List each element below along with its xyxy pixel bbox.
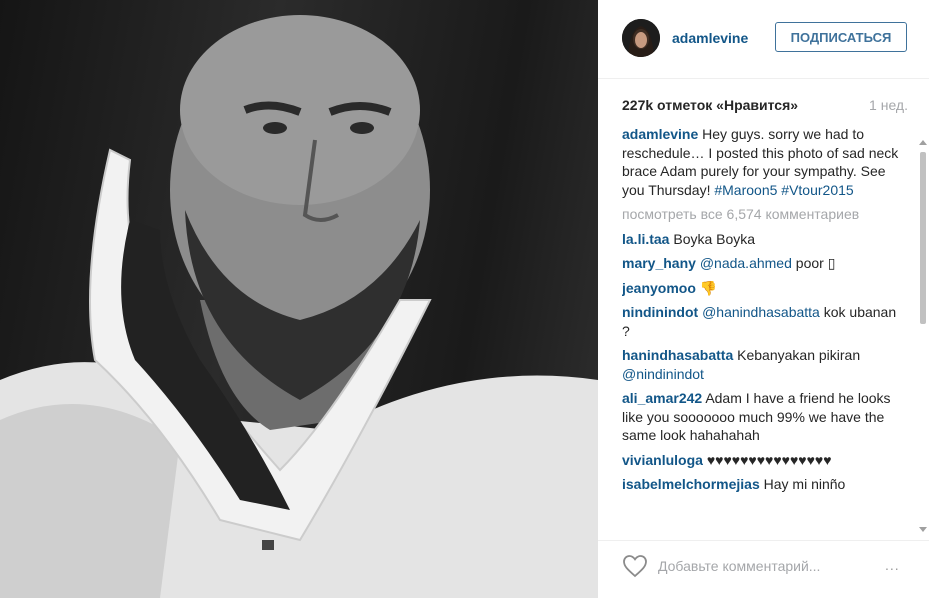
comment-username[interactable]: jeanyomoo	[622, 280, 696, 296]
post-footer: Добавьте комментарий... ...	[598, 540, 929, 599]
comment-text: Kebanyakan pikiran	[737, 347, 861, 363]
comment-text: 👎	[699, 279, 718, 296]
mention-link[interactable]: @nada.ahmed	[700, 255, 792, 271]
comment-username[interactable]: vivianluloga	[622, 452, 703, 468]
comment-text: ♥♥♥♥♥♥♥♥♥♥♥♥♥♥♥	[706, 451, 832, 468]
scroll-up-icon[interactable]	[919, 140, 927, 145]
comment-item: hanindhasabatta Kebanyakan pikiran @nind…	[622, 346, 904, 383]
comment-username[interactable]: mary_hany	[622, 255, 696, 271]
caption-username[interactable]: adamlevine	[622, 126, 698, 142]
post-photo[interactable]	[0, 0, 598, 598]
more-options-icon[interactable]: ...	[885, 557, 900, 573]
comment-text: poor ▯	[795, 255, 836, 271]
follow-button[interactable]: ПОДПИСАТЬСЯ	[775, 22, 907, 52]
comment-item: la.li.taa Boyka Boyka	[622, 230, 904, 249]
comment-item: nindinindot @hanindhasabatta kok ubanan …	[622, 303, 904, 340]
comment-item: jeanyomoo 👎	[622, 279, 904, 298]
comment-username[interactable]: la.li.taa	[622, 231, 669, 247]
scrollbar-thumb[interactable]	[920, 152, 926, 324]
comments-list: adamlevine Hey guys. sorry we had to res…	[622, 125, 904, 533]
username-link[interactable]: adamlevine	[672, 30, 748, 46]
mention-link[interactable]: @nindinindot	[622, 366, 704, 382]
hashtag-link[interactable]: #Maroon5	[714, 182, 777, 198]
post-timestamp[interactable]: 1 нед.	[869, 97, 908, 113]
comment-input[interactable]: Добавьте комментарий...	[658, 558, 820, 574]
comment-item: ali_amar242 Adam I have a friend he look…	[622, 389, 904, 445]
comment-username[interactable]: isabelmelchormejias	[622, 476, 760, 492]
post-header: adamlevine ПОДПИСАТЬСЯ	[598, 0, 929, 79]
post-caption: adamlevine Hey guys. sorry we had to res…	[622, 125, 904, 199]
comment-username[interactable]: ali_amar242	[622, 390, 702, 406]
like-heart-icon[interactable]	[622, 554, 648, 583]
avatar[interactable]	[622, 19, 660, 57]
comment-item: mary_hany @nada.ahmed poor ▯	[622, 254, 904, 273]
comment-item: isabelmelchormejias Hay mi ninño	[622, 475, 904, 494]
comment-text: Hay mi ninño	[763, 476, 846, 492]
scroll-down-icon[interactable]	[919, 527, 927, 532]
comment-text: Boyka Boyka	[673, 230, 756, 247]
likes-count[interactable]: 227k отметок «Нравится»	[622, 97, 798, 113]
comment-item: vivianluloga ♥♥♥♥♥♥♥♥♥♥♥♥♥♥♥	[622, 451, 904, 470]
avatar-image	[622, 19, 660, 57]
mention-link[interactable]: @hanindhasabatta	[702, 304, 820, 320]
comments-scrollbar[interactable]	[919, 140, 927, 532]
comment-username[interactable]: nindinindot	[622, 304, 698, 320]
hashtag-link[interactable]: #Vtour2015	[781, 182, 853, 198]
comment-username[interactable]: hanindhasabatta	[622, 347, 733, 363]
view-all-comments-link[interactable]: посмотреть все 6,574 комментариев	[622, 205, 904, 224]
photo-illustration	[0, 15, 598, 598]
post-sidebar: adamlevine ПОДПИСАТЬСЯ 227k отметок «Нра…	[598, 0, 929, 598]
